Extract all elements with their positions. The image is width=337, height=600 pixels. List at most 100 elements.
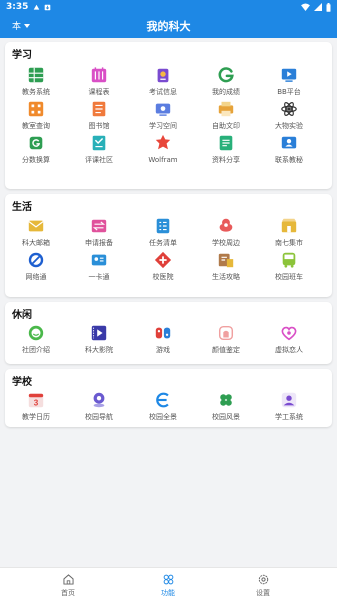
nav-tab[interactable]: 功能 (138, 573, 198, 598)
feature-item[interactable]: 考试信息 (133, 66, 193, 97)
feature-label: 自助文印 (212, 122, 240, 130)
nav-label: 设置 (256, 589, 270, 597)
feature-item[interactable]: 联系教秘 (259, 134, 319, 165)
nav-label: 功能 (161, 589, 175, 597)
feature-label: 游戏 (156, 346, 170, 354)
exam-icon (157, 68, 169, 83)
signal-icon (314, 3, 322, 11)
section-card: 学校 3 教学日历 校园导航 校园全景 校园风景 学工系统 (5, 369, 332, 427)
feature-item[interactable]: 网络通 (6, 251, 66, 282)
nav-tab[interactable]: 设置 (233, 573, 293, 598)
feature-label: 校园导航 (85, 413, 113, 421)
wifi-icon (301, 3, 310, 11)
feature-item[interactable]: 学工系统 (259, 391, 319, 422)
feature-item[interactable]: 生活攻略 (196, 251, 256, 282)
feature-item[interactable]: BB平台 (259, 66, 319, 97)
feature-item[interactable]: 我的成绩 (196, 66, 256, 97)
score-convert-icon (29, 136, 43, 150)
calendar-day-icon: 3 (28, 393, 44, 407)
review-icon (92, 135, 106, 151)
section-title: 学习 (12, 50, 32, 61)
feature-item[interactable]: 学习空间 (133, 100, 193, 131)
feature-item[interactable]: 虚拟恋人 (259, 324, 319, 355)
network-icon (28, 252, 44, 268)
feature-label: 教务系统 (22, 88, 50, 96)
feature-item[interactable]: 游戏 (133, 324, 193, 355)
feature-item[interactable]: 资料分享 (196, 134, 256, 165)
feature-label: 南七集市 (275, 239, 303, 247)
status-bar: 3:35 (0, 0, 337, 14)
feature-item[interactable]: 校园风景 (196, 391, 256, 422)
feature-item[interactable]: 图书馆 (69, 100, 129, 131)
feature-item[interactable]: 学校周边 (196, 217, 256, 248)
feature-label: 大物实验 (275, 122, 303, 130)
feature-item[interactable]: 社团介绍 (6, 324, 66, 355)
feature-item[interactable]: 校园班车 (259, 251, 319, 282)
feature-item[interactable]: 任务清单 (133, 217, 193, 248)
nav-tab[interactable]: 首页 (38, 573, 98, 598)
feature-label: 资料分享 (212, 156, 240, 164)
section-title: 生活 (12, 202, 32, 213)
wolfram-icon (155, 134, 171, 150)
feature-item[interactable]: 科大邮箱 (6, 217, 66, 248)
feature-item[interactable]: 校园全景 (133, 391, 193, 422)
section-card: 生活科大邮箱 申请报备 任务清单 学校周边 南七集市网络通 一卡通 校医院 生活攻略 校园班车 (5, 194, 332, 297)
feature-item[interactable]: 自助文印 (196, 100, 256, 131)
heart-icon (281, 326, 297, 341)
market-icon (281, 218, 297, 233)
feature-item[interactable]: 评课社区 (69, 134, 129, 165)
feature-item[interactable]: 课程表 (69, 66, 129, 97)
section-title: 学校 (12, 377, 32, 388)
section-card: 休闲 社团介绍 科大影院 游戏 颜值鉴定 虚拟恋人 (5, 302, 332, 364)
feature-item[interactable]: 科大影院 (69, 324, 129, 355)
grid-icon (28, 67, 44, 83)
feature-label: 申请报备 (85, 239, 113, 247)
task-list-icon (156, 218, 170, 234)
home-icon (62, 574, 74, 585)
feature-label: 图书馆 (88, 122, 110, 130)
clover-icon (220, 394, 232, 406)
page-title: 我的科大 (146, 20, 191, 33)
download-icon (45, 4, 51, 10)
notification-icon (34, 4, 40, 10)
campus-label: 本 (12, 22, 22, 32)
feature-item[interactable]: 南七集市 (259, 217, 319, 248)
feature-item[interactable]: 一卡通 (69, 251, 129, 282)
navigation-icon (93, 392, 105, 408)
feature-label: 教室查询 (22, 122, 50, 130)
feature-item[interactable]: 申请报备 (69, 217, 129, 248)
club-icon (28, 325, 44, 341)
feature-label: 评课社区 (85, 156, 113, 164)
mail-icon (28, 220, 44, 232)
feature-item[interactable]: 颜值鉴定 (196, 324, 256, 355)
feature-item[interactable]: Wolfram (133, 134, 193, 165)
settings-icon (258, 574, 268, 585)
classroom-icon (28, 101, 44, 117)
feature-label: 颜值鉴定 (212, 346, 240, 354)
feature-item[interactable]: 教室查询 (6, 100, 66, 131)
feature-label: 任务清单 (149, 239, 177, 247)
apply-icon (91, 219, 107, 233)
feature-label: 考试信息 (149, 88, 177, 96)
feature-item[interactable]: 大物实验 (259, 100, 319, 131)
feature-label: 学工系统 (275, 413, 303, 421)
student-affairs-icon (281, 392, 297, 408)
nearby-icon (219, 218, 233, 232)
section-card: 学习教务系统 课程表 考试信息 我的成绩 BB平台教室查询 图书馆 学习空间 自助文印 大物实验… (5, 42, 332, 189)
svg-text:3: 3 (34, 398, 39, 407)
feature-item[interactable]: 3 教学日历 (6, 391, 66, 422)
feature-item[interactable]: 校园导航 (69, 391, 129, 422)
nav-label: 首页 (61, 589, 75, 597)
feature-label: 分数换算 (22, 156, 50, 164)
feature-label: 虚拟恋人 (275, 346, 303, 354)
feature-label: 学校周边 (212, 239, 240, 247)
feature-item[interactable]: 校医院 (133, 251, 193, 282)
campus-selector[interactable]: 本 (12, 19, 31, 32)
feature-label: 校园风景 (212, 413, 240, 421)
feature-label: 校园全景 (149, 413, 177, 421)
feature-label: 科大影院 (85, 346, 113, 354)
feature-item[interactable]: 教务系统 (6, 66, 66, 97)
study-space-icon (155, 103, 171, 116)
feature-item[interactable]: 分数换算 (6, 134, 66, 165)
grade-icon (218, 67, 234, 83)
